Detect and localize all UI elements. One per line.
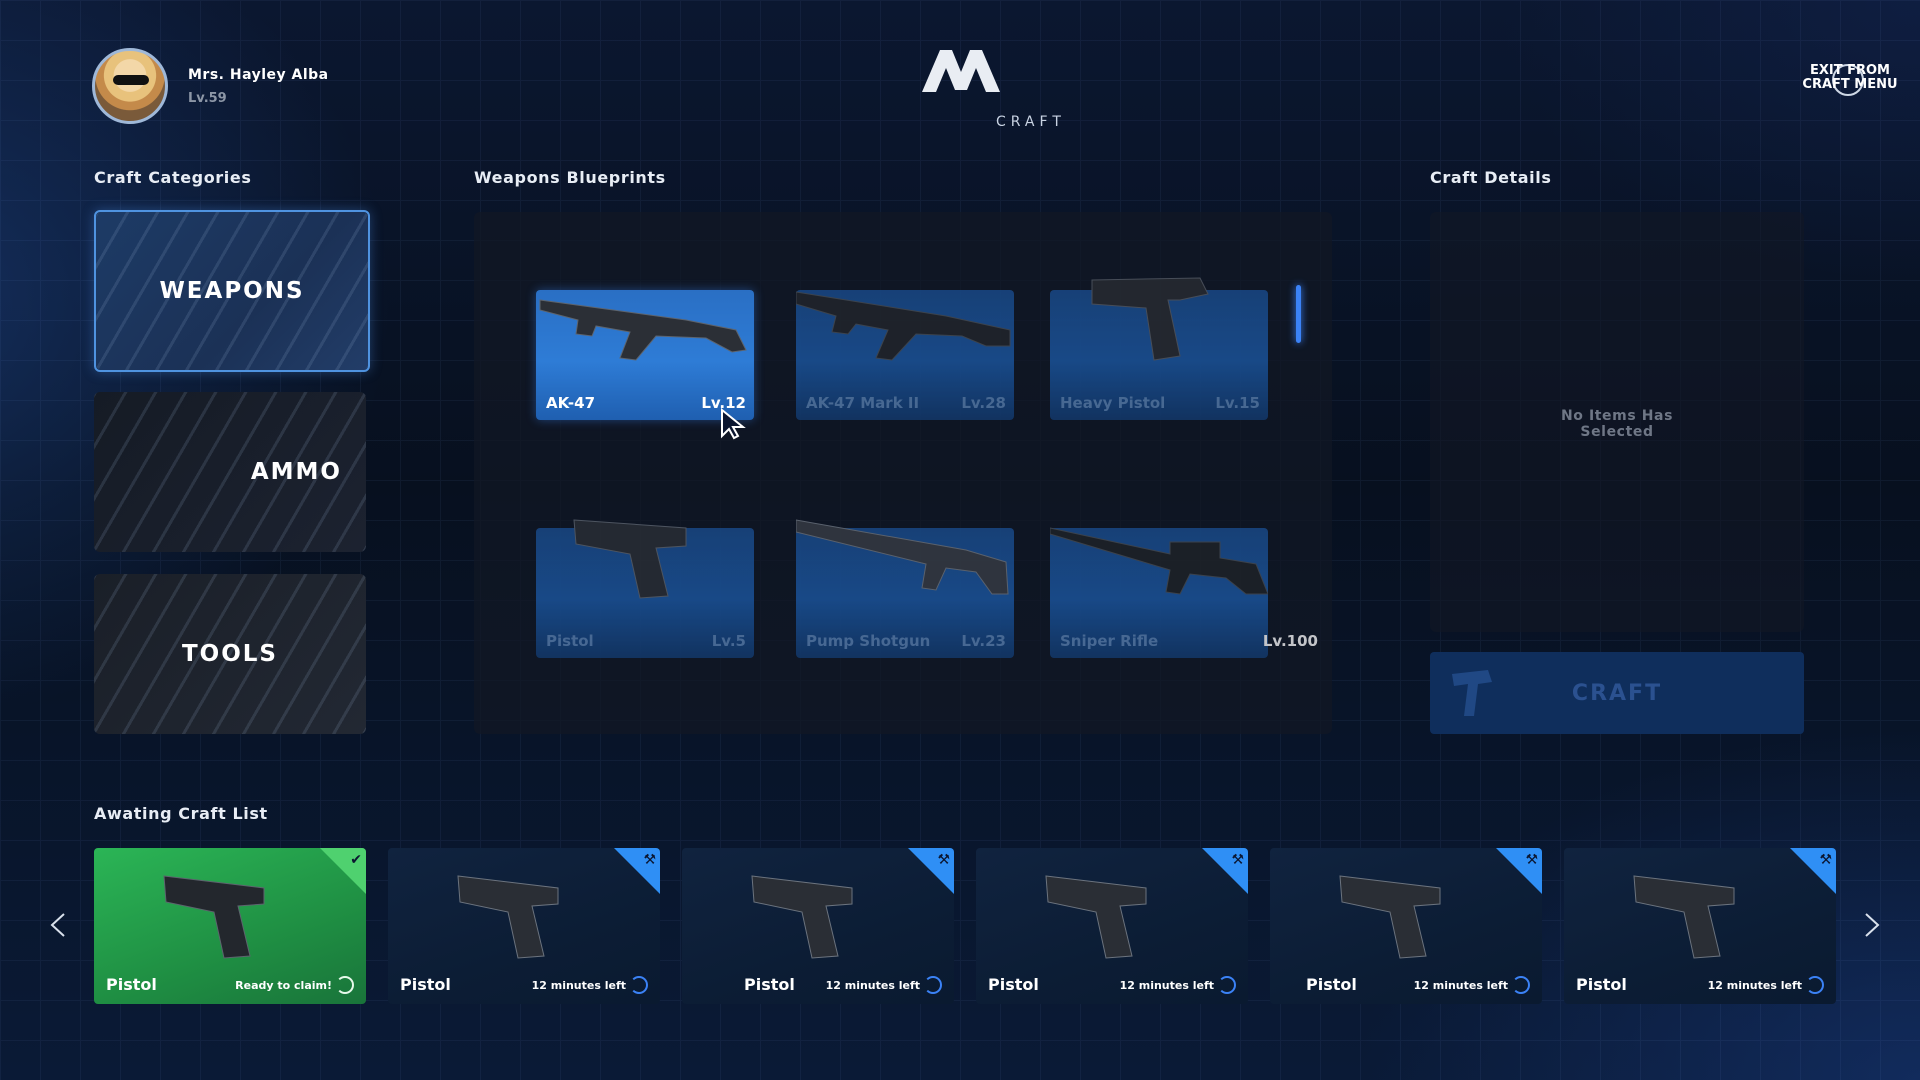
hammer-icon: ⚒: [1525, 852, 1538, 868]
category-tools[interactable]: TOOLS: [94, 574, 366, 734]
queue-item-status: 12 minutes left: [1707, 979, 1802, 992]
craft-button[interactable]: CRAFT: [1430, 652, 1804, 734]
details-title: Craft Details: [1430, 168, 1552, 187]
craft-label: CRAFT: [1571, 680, 1663, 706]
hammer-icon: ⚒: [1231, 852, 1244, 868]
blueprint-card[interactable]: Heavy Pistol Lv.15: [1050, 277, 1268, 420]
category-label: TOOLS: [181, 641, 278, 667]
pistol-icon: [1091, 277, 1209, 361]
progress-spinner-icon: [1806, 976, 1824, 994]
scrollbar[interactable]: [1296, 285, 1301, 343]
blueprint-card[interactable]: Sniper Rifle Lv.100: [1050, 527, 1318, 658]
pistol-icon: [163, 875, 265, 959]
blueprint-name: Sniper Rifle: [1060, 632, 1159, 650]
queue-item-status: 12 minutes left: [1119, 979, 1214, 992]
blueprint-name: AK-47: [546, 394, 596, 412]
pistol-icon: [573, 519, 687, 599]
rifle-icon: [796, 291, 1011, 361]
queue-item-status: 12 minutes left: [531, 979, 626, 992]
queue-item-name: Pistol: [744, 975, 795, 994]
categories-title: Craft Categories: [94, 168, 252, 187]
check-icon: ✔: [350, 852, 362, 868]
blueprint-card[interactable]: Pump Shotgun Lv.23: [796, 519, 1014, 658]
queue-item-name: Pistol: [400, 975, 451, 994]
queue-item[interactable]: ⚒ Pistol 12 minutes left: [388, 848, 660, 1004]
player-name: Mrs. Hayley Alba: [188, 66, 329, 83]
category-weapons[interactable]: WEAPONS: [94, 210, 370, 372]
progress-spinner-icon: [924, 976, 942, 994]
queue-title: Awating Craft List: [94, 804, 268, 823]
empty-state-line2: Selected: [1580, 424, 1654, 440]
pistol-icon: [1633, 875, 1735, 959]
blueprints-title: Weapons Blueprints: [474, 168, 666, 187]
blueprint-name: AK-47 Mark II: [806, 394, 920, 412]
blueprint-name: Pistol: [546, 632, 594, 650]
category-label: AMMO: [250, 459, 342, 485]
hammer-icon: ⚒: [1819, 852, 1832, 868]
queue-item-name: Pistol: [106, 975, 157, 994]
blueprint-card[interactable]: AK-47 Mark II Lv.28: [796, 290, 1014, 420]
hammer-icon: ⚒: [643, 852, 656, 868]
exit-label-line2: CRAFT MENU: [1802, 77, 1898, 92]
queue-item-name: Pistol: [1576, 975, 1627, 994]
queue-item[interactable]: ⚒ Pistol 12 minutes left: [682, 848, 954, 1004]
blueprint-level: Lv.28: [961, 394, 1006, 412]
queue-item[interactable]: ⚒ Pistol 12 minutes left: [1270, 848, 1542, 1004]
progress-spinner-icon: [630, 976, 648, 994]
progress-spinner-icon: [1218, 976, 1236, 994]
blueprint-name: Heavy Pistol: [1060, 394, 1166, 412]
blueprint-level: Lv.100: [1262, 632, 1318, 650]
progress-spinner-icon: [1512, 976, 1530, 994]
queue-item-status: Ready to claim!: [235, 979, 332, 992]
blueprint-card[interactable]: Pistol Lv.5: [536, 519, 754, 658]
pistol-icon: [1339, 875, 1441, 959]
blueprint-name: Pump Shotgun: [806, 632, 931, 650]
craft-details-panel: No Items Has Selected: [1430, 212, 1804, 632]
rifle-icon: [539, 299, 747, 361]
game-logo: [922, 50, 1000, 92]
category-label: WEAPONS: [159, 278, 305, 304]
screen-title: CRAFT: [996, 114, 1066, 130]
sniper-icon: [1050, 527, 1268, 595]
chevron-right-icon[interactable]: [1856, 910, 1886, 940]
queue-item-name: Pistol: [1306, 975, 1357, 994]
progress-spinner-icon: [336, 976, 354, 994]
queue-item-name: Pistol: [988, 975, 1039, 994]
player-level: Lv.59: [188, 90, 227, 106]
exit-button[interactable]: EXIT FROM CRAFT MENU: [1802, 63, 1898, 96]
pistol-icon: [1045, 875, 1147, 959]
mouse-cursor-icon: [721, 408, 746, 440]
blueprint-level: Lv.5: [711, 632, 746, 650]
category-ammo[interactable]: AMMO: [94, 392, 366, 552]
exit-label-line1: EXIT FROM: [1809, 63, 1890, 78]
blueprint-level: Lv.15: [1215, 394, 1260, 412]
pistol-icon: [751, 875, 853, 959]
player-profile: Mrs. Hayley Alba Lv.59: [92, 48, 329, 124]
empty-state-line1: No Items Has: [1560, 408, 1674, 424]
avatar: [92, 48, 168, 124]
chevron-left-icon[interactable]: [44, 910, 74, 940]
shotgun-icon: [796, 519, 1009, 595]
hammer-icon: [1452, 670, 1492, 716]
queue-item-status: 12 minutes left: [1413, 979, 1508, 992]
queue-item-status: 12 minutes left: [825, 979, 920, 992]
blueprint-card[interactable]: AK-47 Lv.12: [536, 290, 754, 420]
queue-item[interactable]: ⚒ Pistol 12 minutes left: [976, 848, 1248, 1004]
queue-item[interactable]: ✔ Pistol Ready to claim!: [94, 848, 366, 1004]
hammer-icon: ⚒: [937, 852, 950, 868]
queue-item[interactable]: ⚒ Pistol 12 minutes left: [1564, 848, 1836, 1004]
empty-state-text: No Items Has Selected: [1430, 408, 1804, 440]
blueprint-level: Lv.23: [961, 632, 1006, 650]
pistol-icon: [457, 875, 559, 959]
